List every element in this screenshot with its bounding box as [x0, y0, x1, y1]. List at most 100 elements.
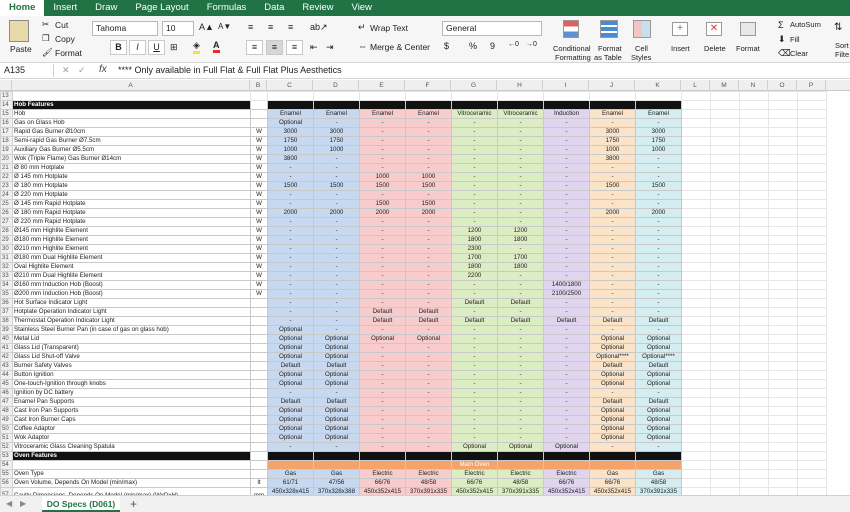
feature-label-cell[interactable]: Ø 180 mm Rapid Hotplate: [12, 208, 251, 218]
empty-cell[interactable]: [739, 451, 769, 461]
row-header[interactable]: 40: [0, 334, 13, 344]
spec-cell[interactable]: -: [497, 271, 544, 281]
empty-cell[interactable]: [797, 397, 827, 407]
spec-cell[interactable]: -: [405, 118, 452, 128]
spec-cell[interactable]: -: [359, 280, 406, 290]
spec-cell[interactable]: -: [543, 253, 590, 263]
spec-cell[interactable]: -: [313, 316, 360, 326]
spec-cell[interactable]: -: [267, 298, 314, 308]
spec-cell[interactable]: -: [267, 226, 314, 236]
spec-cell[interactable]: -: [451, 343, 498, 353]
spec-cell[interactable]: Optional: [267, 343, 314, 353]
spec-cell[interactable]: Optional: [589, 334, 636, 344]
spec-cell[interactable]: -: [359, 235, 406, 245]
spec-cell[interactable]: Optional: [589, 343, 636, 353]
empty-cell[interactable]: [681, 478, 711, 488]
spec-cell[interactable]: -: [267, 217, 314, 227]
empty-cell[interactable]: [681, 235, 711, 245]
unit-cell[interactable]: [250, 316, 268, 326]
empty-cell[interactable]: [739, 424, 769, 434]
empty-cell[interactable]: [710, 199, 740, 209]
tab-page-layout[interactable]: Page Layout: [126, 0, 197, 16]
tab-formulas[interactable]: Formulas: [198, 0, 256, 16]
spec-cell[interactable]: Optional: [589, 406, 636, 416]
spec-cell[interactable]: -: [451, 289, 498, 299]
spec-cell[interactable]: [313, 100, 360, 110]
empty-cell[interactable]: [797, 298, 827, 308]
empty-cell[interactable]: [797, 163, 827, 173]
unit-cell[interactable]: [250, 379, 268, 389]
spec-cell[interactable]: Default: [589, 361, 636, 371]
paste-button[interactable]: Paste: [10, 44, 32, 54]
empty-cell[interactable]: [739, 181, 769, 191]
spec-cell[interactable]: -: [589, 190, 636, 200]
row-header[interactable]: 15: [0, 109, 13, 119]
empty-cell[interactable]: [768, 343, 798, 353]
spec-cell[interactable]: Optional: [635, 334, 682, 344]
wrap-text-icon[interactable]: ↵: [358, 22, 366, 33]
empty-cell[interactable]: [768, 262, 798, 272]
spec-cell[interactable]: -: [635, 226, 682, 236]
spec-cell[interactable]: -: [451, 379, 498, 389]
empty-cell[interactable]: [768, 91, 798, 101]
spec-cell[interactable]: -: [497, 190, 544, 200]
empty-cell[interactable]: [681, 316, 711, 326]
spec-cell[interactable]: Enamel: [313, 109, 360, 119]
spec-cell[interactable]: -: [543, 379, 590, 389]
spec-cell[interactable]: Optional: [267, 352, 314, 362]
unit-cell[interactable]: [250, 424, 268, 434]
empty-cell[interactable]: [710, 235, 740, 245]
spec-cell[interactable]: [635, 451, 682, 461]
spec-cell[interactable]: -: [589, 253, 636, 263]
spec-cell[interactable]: 450x352x415475x352x454: [543, 487, 590, 495]
spec-cell[interactable]: -: [359, 325, 406, 335]
spec-cell[interactable]: -: [313, 307, 360, 317]
spec-cell[interactable]: Default: [267, 397, 314, 407]
spec-cell[interactable]: Default: [589, 316, 636, 326]
spec-cell[interactable]: -: [451, 181, 498, 191]
empty-cell[interactable]: [768, 388, 798, 398]
empty-cell[interactable]: [681, 433, 711, 443]
feature-label-cell[interactable]: Cast Iron Burner Caps: [12, 415, 251, 425]
feature-label-cell[interactable]: Oval Highlite Element: [12, 262, 251, 272]
empty-cell[interactable]: [681, 325, 711, 335]
feature-label-cell[interactable]: Hob: [12, 109, 251, 119]
spec-cell[interactable]: -: [359, 433, 406, 443]
spec-cell[interactable]: -: [543, 190, 590, 200]
spec-cell[interactable]: -: [359, 388, 406, 398]
spec-cell[interactable]: -: [543, 361, 590, 371]
spec-cell[interactable]: Default: [359, 307, 406, 317]
spec-cell[interactable]: -: [405, 415, 452, 425]
spec-cell[interactable]: -: [497, 244, 544, 254]
empty-cell[interactable]: [739, 478, 769, 488]
spec-cell[interactable]: Optional: [589, 424, 636, 434]
feature-label-cell[interactable]: Auxiliary Gas Burner Ø5.5cm: [12, 145, 251, 155]
empty-cell[interactable]: [739, 289, 769, 299]
spec-cell[interactable]: -: [543, 235, 590, 245]
empty-cell[interactable]: [739, 316, 769, 326]
empty-cell[interactable]: [710, 163, 740, 173]
empty-cell[interactable]: [710, 154, 740, 164]
spec-cell[interactable]: -: [405, 127, 452, 137]
row-header[interactable]: 18: [0, 136, 13, 146]
empty-cell[interactable]: [739, 109, 769, 119]
spec-cell[interactable]: 1750: [267, 136, 314, 146]
row-header[interactable]: 24: [0, 190, 13, 200]
spec-cell[interactable]: [497, 100, 544, 110]
feature-label-cell[interactable]: Coffee Adaptor: [12, 424, 251, 434]
spec-cell[interactable]: -: [313, 325, 360, 335]
italic-button[interactable]: I: [129, 40, 146, 55]
spec-cell[interactable]: 66/76: [589, 478, 636, 488]
spec-cell[interactable]: -: [451, 352, 498, 362]
spec-cell[interactable]: -: [451, 361, 498, 371]
spec-cell[interactable]: -: [635, 244, 682, 254]
row-header[interactable]: 28: [0, 226, 13, 236]
unit-cell[interactable]: [250, 298, 268, 308]
spec-cell[interactable]: [405, 460, 452, 470]
unit-cell[interactable]: lt: [250, 478, 268, 488]
spec-cell[interactable]: -: [589, 442, 636, 452]
spec-cell[interactable]: -: [313, 244, 360, 254]
spec-cell[interactable]: 1000: [313, 145, 360, 155]
empty-cell[interactable]: [681, 298, 711, 308]
spec-cell[interactable]: -: [313, 235, 360, 245]
